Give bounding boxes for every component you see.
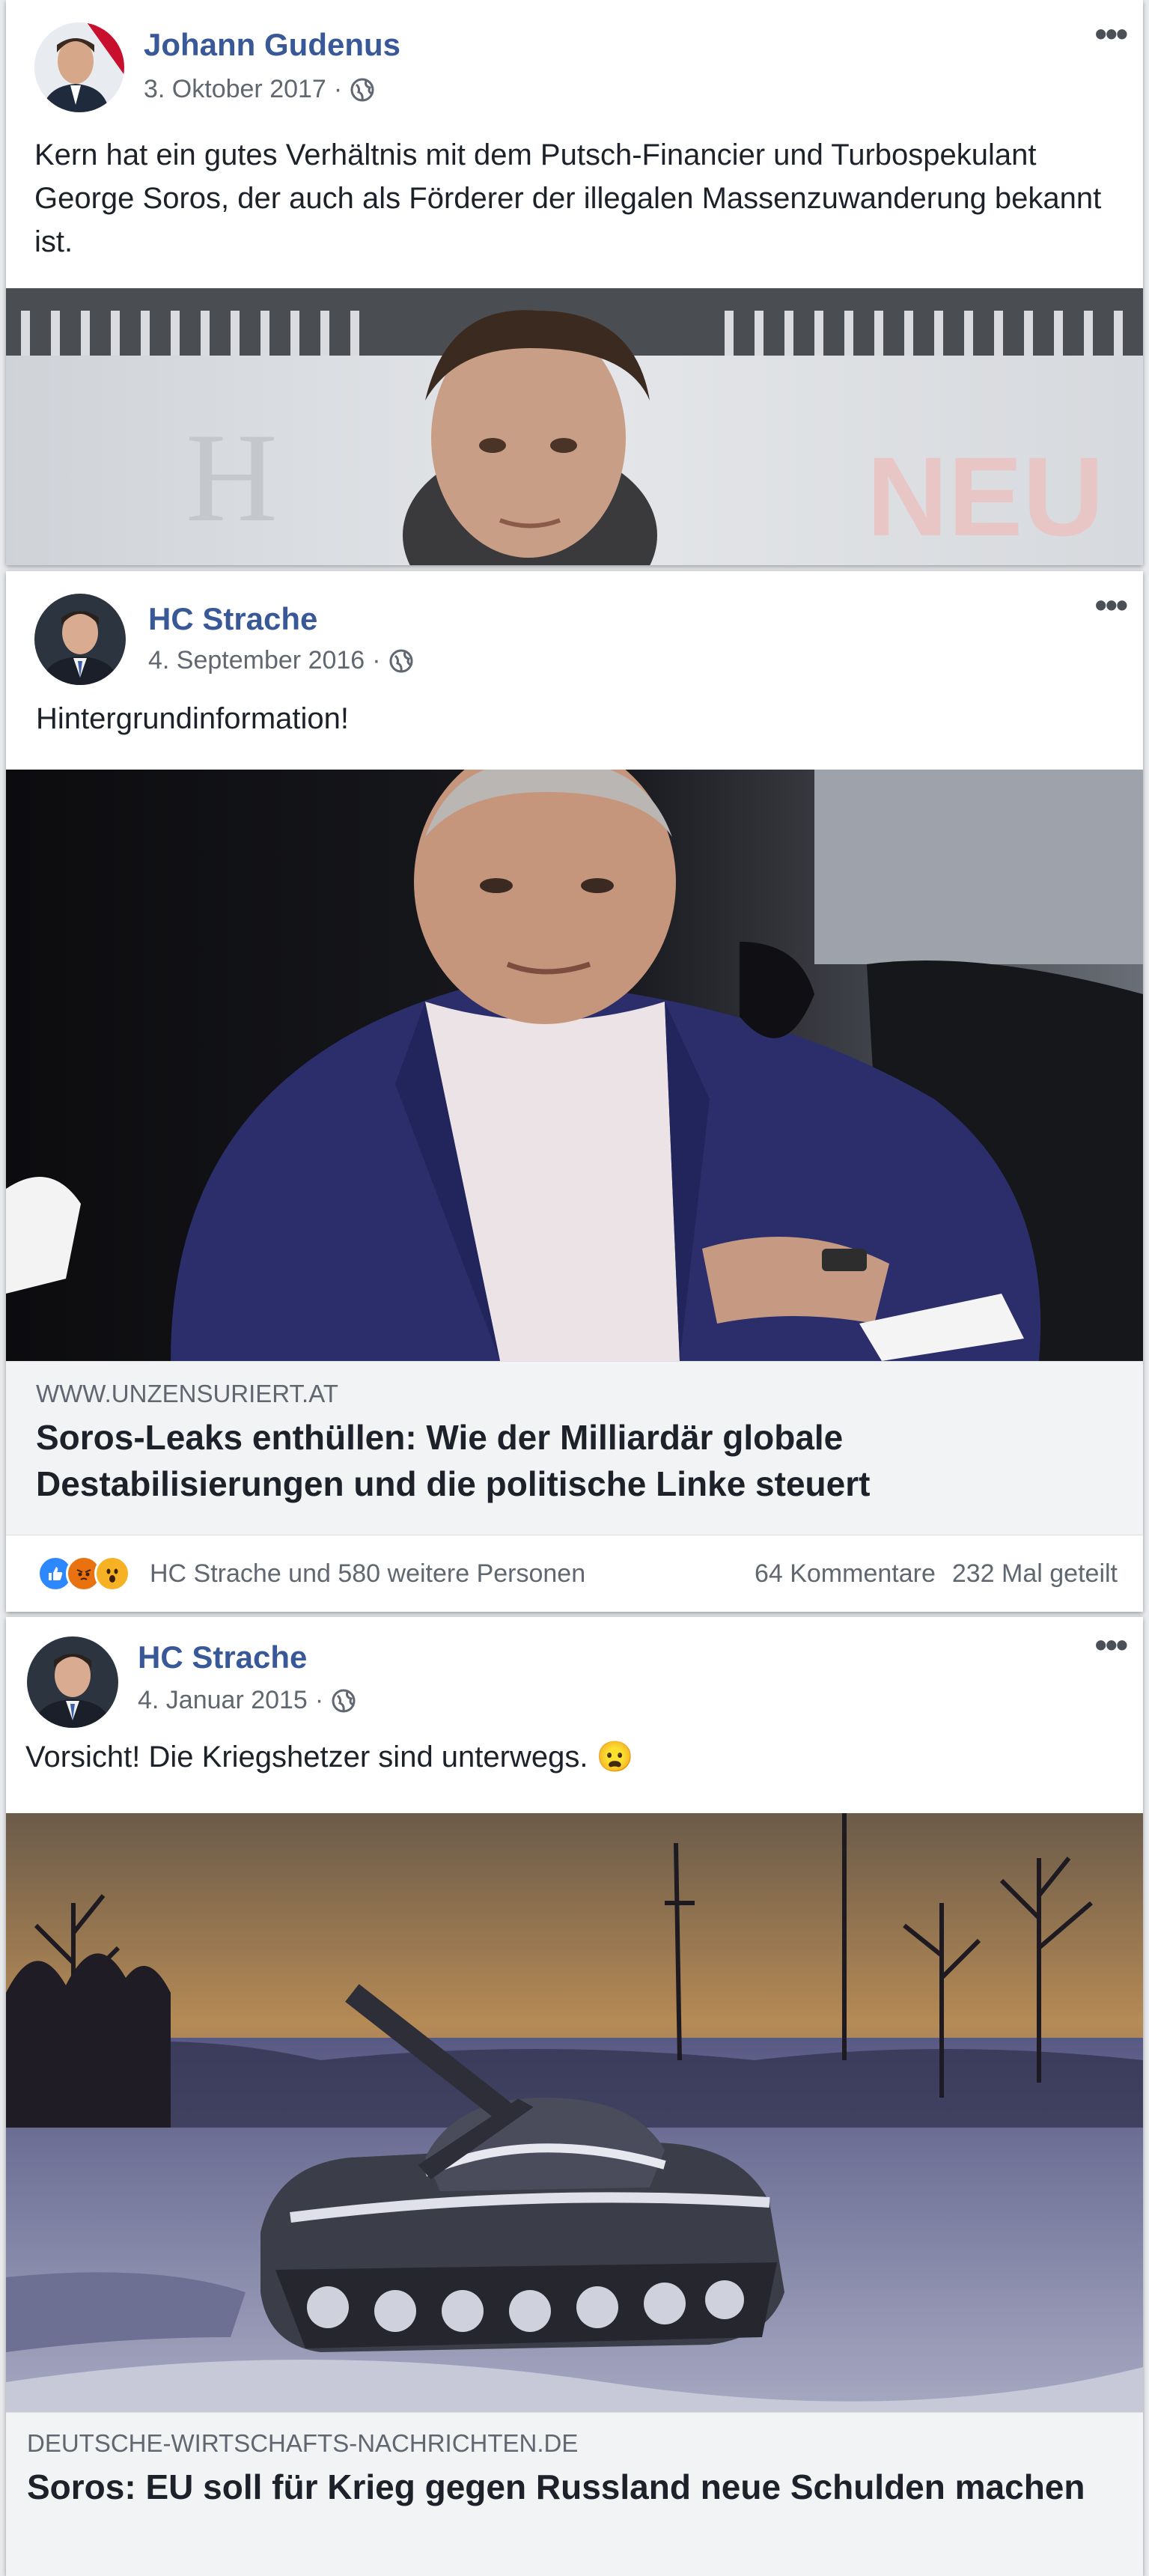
link-domain: WWW.UNZENSURIERT.AT (36, 1380, 338, 1407)
more-options-icon[interactable]: ••• (1095, 585, 1128, 625)
post-photo-tank[interactable] (6, 1813, 1143, 2412)
svg-text:NEU: NEU (867, 433, 1104, 559)
post-header: HC Strache 4. September 2016 · ••• (6, 571, 1143, 685)
post-meta: 4. Januar 2015 · (138, 1686, 356, 1715)
share-count[interactable]: 232 Mal geteilt (952, 1559, 1118, 1589)
post-strache-2015: HC Strache 4. Januar 2015 · ••• Vorsicht… (6, 1617, 1143, 2576)
post-text-content: Vorsicht! Die Kriegshetzer sind unterweg… (25, 1741, 588, 1773)
reaction-people[interactable]: HC Strache und 580 weitere Personen (150, 1559, 585, 1589)
globe-icon (389, 649, 413, 672)
post-text: Vorsicht! Die Kriegshetzer sind unterweg… (6, 1735, 1143, 1779)
author-name[interactable]: HC Strache (148, 601, 317, 637)
reaction-bar: HC Strache und 580 weitere Personen 64 K… (6, 1535, 1143, 1612)
post-strache-2016: HC Strache 4. September 2016 · ••• Hinte… (6, 571, 1143, 1612)
post-meta: 3. Oktober 2017 · (144, 75, 375, 104)
meta-separator: · (333, 75, 343, 103)
post-text: Hintergrundinformation! (36, 702, 349, 735)
post-gudenus: Johann Gudenus 3. Oktober 2017 · ••• Ker… (6, 0, 1143, 565)
post-header: HC Strache 4. Januar 2015 · ••• (6, 1617, 1143, 1729)
link-preview[interactable]: WWW.UNZENSURIERT.AT Soros-Leaks enthülle… (6, 1361, 1143, 1535)
meta-separator: · (314, 1686, 324, 1714)
globe-icon (332, 1689, 356, 1712)
post-text: Kern hat ein gutes Verhältnis mit dem Pu… (34, 138, 1102, 258)
post-header: Johann Gudenus 3. Oktober 2017 · ••• (6, 0, 1143, 112)
post-meta: 4. September 2016 · (148, 646, 414, 675)
post-photo-kern[interactable]: H NEU (6, 288, 1143, 565)
post-date[interactable]: 3. Oktober 2017 (144, 75, 326, 104)
link-preview[interactable]: DEUTSCHE-WIRTSCHAFTS-NACHRICHTEN.DE Soro… (6, 2412, 1143, 2576)
wow-icon (94, 1556, 130, 1592)
author-name[interactable]: Johann Gudenus (144, 27, 400, 63)
link-title[interactable]: Soros: EU soll für Krieg gegen Russland … (6, 2458, 1143, 2510)
more-options-icon[interactable]: ••• (1095, 1625, 1128, 1665)
post-date[interactable]: 4. Januar 2015 (138, 1686, 308, 1715)
link-domain: DEUTSCHE-WIRTSCHAFTS-NACHRICHTEN.DE (27, 2429, 579, 2457)
meta-separator: · (372, 646, 381, 675)
more-options-icon[interactable]: ••• (1095, 13, 1128, 54)
svg-text:H: H (186, 407, 278, 548)
link-title[interactable]: Soros-Leaks enthüllen: Wie der Milliardä… (6, 1408, 1143, 1507)
sad-face-emoji: 😦 (596, 1741, 634, 1773)
post-date[interactable]: 4. September 2016 (148, 646, 365, 675)
comment-count[interactable]: 64 Kommentare (755, 1559, 936, 1589)
post-photo-soros[interactable] (6, 770, 1143, 1361)
avatar[interactable] (34, 594, 126, 685)
globe-icon (350, 78, 374, 101)
avatar[interactable] (27, 1636, 118, 1728)
avatar[interactable] (34, 22, 124, 112)
author-name[interactable]: HC Strache (138, 1639, 307, 1675)
engagement-stats: 64 Kommentare 232 Mal geteilt (755, 1559, 1118, 1589)
reaction-icons[interactable] (37, 1556, 130, 1592)
